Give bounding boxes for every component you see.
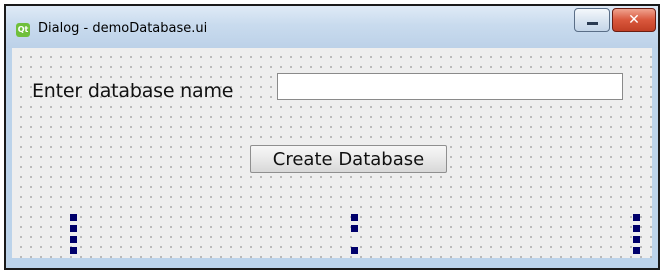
- minimize-button[interactable]: [574, 8, 610, 32]
- form-canvas[interactable]: Enter database name Create Database: [12, 48, 652, 258]
- close-button[interactable]: ✕: [612, 8, 656, 32]
- create-database-button[interactable]: Create Database: [250, 145, 447, 173]
- qt-designer-icon: Qt: [16, 23, 30, 37]
- database-name-input[interactable]: [277, 73, 623, 100]
- title-bar[interactable]: Qt Dialog - demoDatabase.ui ✕: [6, 6, 658, 48]
- vertical-spacer-handle[interactable]: [633, 214, 641, 254]
- minimize-icon: [587, 22, 598, 25]
- vertical-spacer-handle[interactable]: [70, 214, 78, 254]
- database-name-label: Enter database name: [32, 80, 234, 102]
- vertical-spacer-handle[interactable]: [351, 214, 359, 254]
- close-icon: ✕: [628, 12, 640, 28]
- dialog-window: Qt Dialog - demoDatabase.ui ✕ Enter data…: [4, 4, 660, 270]
- window-title: Dialog - demoDatabase.ui: [38, 21, 208, 36]
